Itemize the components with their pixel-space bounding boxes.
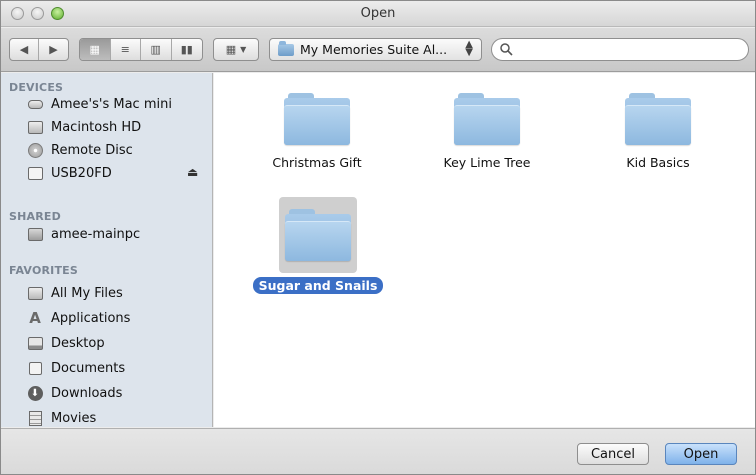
window-title: Open (360, 6, 396, 21)
network-computer-icon (27, 227, 43, 241)
favorites-header: FAVORITES (9, 264, 78, 277)
arrange-grid-icon: ▦ (225, 43, 237, 56)
selection-highlight (279, 197, 357, 273)
sidebar-item-all-my-files[interactable]: All My Files (27, 282, 123, 304)
sidebar-item-label: Downloads (51, 385, 123, 401)
folder-icon (285, 209, 351, 261)
sidebar-item-label: Desktop (51, 335, 105, 351)
arrange-menu-button[interactable]: ▦ ▼ (213, 38, 259, 61)
search-input[interactable] (517, 40, 748, 59)
icon-view-button[interactable]: ▦ (80, 39, 111, 60)
folder-icon (454, 93, 520, 145)
all-files-icon (27, 286, 43, 300)
sidebar-item-downloads[interactable]: ⬇ Downloads (27, 382, 122, 404)
sidebar-item-usb20fd[interactable]: USB20FD (27, 162, 112, 184)
folder-item-key-lime-tree[interactable]: Key Lime Tree (417, 93, 557, 170)
eject-icon[interactable]: ⏏ (187, 165, 198, 179)
shared-header: SHARED (9, 210, 61, 223)
file-browser: Christmas Gift Key Lime Tree Kid Basics … (214, 73, 755, 427)
list-view-icon: ≡ (120, 43, 130, 56)
view-mode-control: ▦ ≡ ▥ ▮▮ (79, 38, 203, 61)
back-forward-control: ◀ ▶ (9, 38, 69, 61)
search-field[interactable] (491, 38, 749, 61)
folder-icon (278, 40, 294, 56)
search-icon (500, 43, 513, 56)
chevron-right-icon: ▶ (49, 43, 58, 56)
cover-flow-button[interactable]: ▮▮ (172, 39, 202, 60)
sidebar-item-mac-mini[interactable]: Amee's's Mac mini (27, 93, 172, 115)
sidebar-item-label: USB20FD (51, 165, 112, 181)
folder-icon (625, 93, 691, 145)
sidebar-item-macintosh-hd[interactable]: Macintosh HD (27, 116, 141, 138)
sidebar-item-applications[interactable]: A Applications (27, 307, 130, 329)
folder-item-kid-basics[interactable]: Kid Basics (588, 93, 728, 170)
arrange-control: ▦ ▼ (214, 39, 258, 60)
sidebar-item-label: All My Files (51, 285, 123, 301)
updown-arrows-icon: ▲ ▼ (465, 39, 473, 58)
location-popup[interactable]: My Memories Suite Al... ▲ ▼ (269, 38, 482, 61)
sidebar-item-label: Applications (51, 310, 131, 326)
dialog-footer: Cancel Open (1, 428, 755, 474)
open-dialog: Open ◀ ▶ ▦ ≡ ▥ ▮▮ ▦ ▼ My Memories Suite … (0, 0, 756, 475)
back-button[interactable]: ◀ (10, 39, 39, 60)
downloads-icon: ⬇ (27, 385, 43, 401)
mac-mini-icon (27, 97, 43, 111)
location-label: My Memories Suite Al... (300, 42, 448, 57)
sidebar-item-remote-disc[interactable]: Remote Disc (27, 139, 133, 161)
disc-icon (27, 142, 43, 158)
sidebar-item-label: Remote Disc (51, 142, 133, 158)
folder-item-christmas-gift[interactable]: Christmas Gift (247, 93, 387, 170)
list-view-button[interactable]: ≡ (111, 39, 141, 60)
sidebar-item-documents[interactable]: Documents (27, 357, 125, 379)
chevron-left-icon: ◀ (19, 43, 29, 56)
chevron-down-icon: ▼ (240, 45, 247, 54)
cancel-button[interactable]: Cancel (577, 443, 649, 465)
column-view-button[interactable]: ▥ (141, 39, 172, 60)
sidebar-item-movies[interactable]: Movies (27, 407, 96, 427)
sidebar-item-label: Documents (51, 360, 126, 376)
documents-icon (27, 361, 43, 375)
folder-name: Sugar and Snails (252, 277, 384, 294)
sidebar-item-desktop[interactable]: Desktop (27, 332, 105, 354)
icon-view-icon: ▦ (89, 43, 100, 56)
sidebar-item-label: Movies (51, 410, 97, 426)
sidebar-item-label: Macintosh HD (51, 119, 142, 135)
folder-name: Kid Basics (626, 155, 690, 170)
sidebar: DEVICES Amee's's Mac mini Macintosh HD R… (1, 73, 213, 427)
open-button[interactable]: Open (665, 443, 737, 465)
folder-name: Key Lime Tree (443, 155, 531, 170)
forward-button[interactable]: ▶ (39, 39, 68, 60)
sidebar-item-label: Amee's's Mac mini (51, 96, 172, 112)
column-view-icon: ▥ (150, 43, 161, 56)
folder-icon (284, 93, 350, 145)
folder-item-sugar-and-snails[interactable]: Sugar and Snails (248, 197, 388, 294)
title-bar: Open (1, 1, 755, 27)
desktop-icon (27, 336, 43, 350)
movies-icon (27, 410, 43, 426)
hard-drive-icon (27, 120, 43, 134)
cover-flow-icon: ▮▮ (180, 43, 193, 56)
applications-icon: A (29, 309, 41, 327)
usb-drive-icon (27, 166, 43, 180)
toolbar: ◀ ▶ ▦ ≡ ▥ ▮▮ ▦ ▼ My Memories Suite Al...… (1, 28, 755, 72)
sidebar-item-amee-mainpc[interactable]: amee-mainpc (27, 223, 140, 245)
folder-name: Christmas Gift (272, 155, 362, 170)
sidebar-item-label: amee-mainpc (51, 226, 141, 242)
